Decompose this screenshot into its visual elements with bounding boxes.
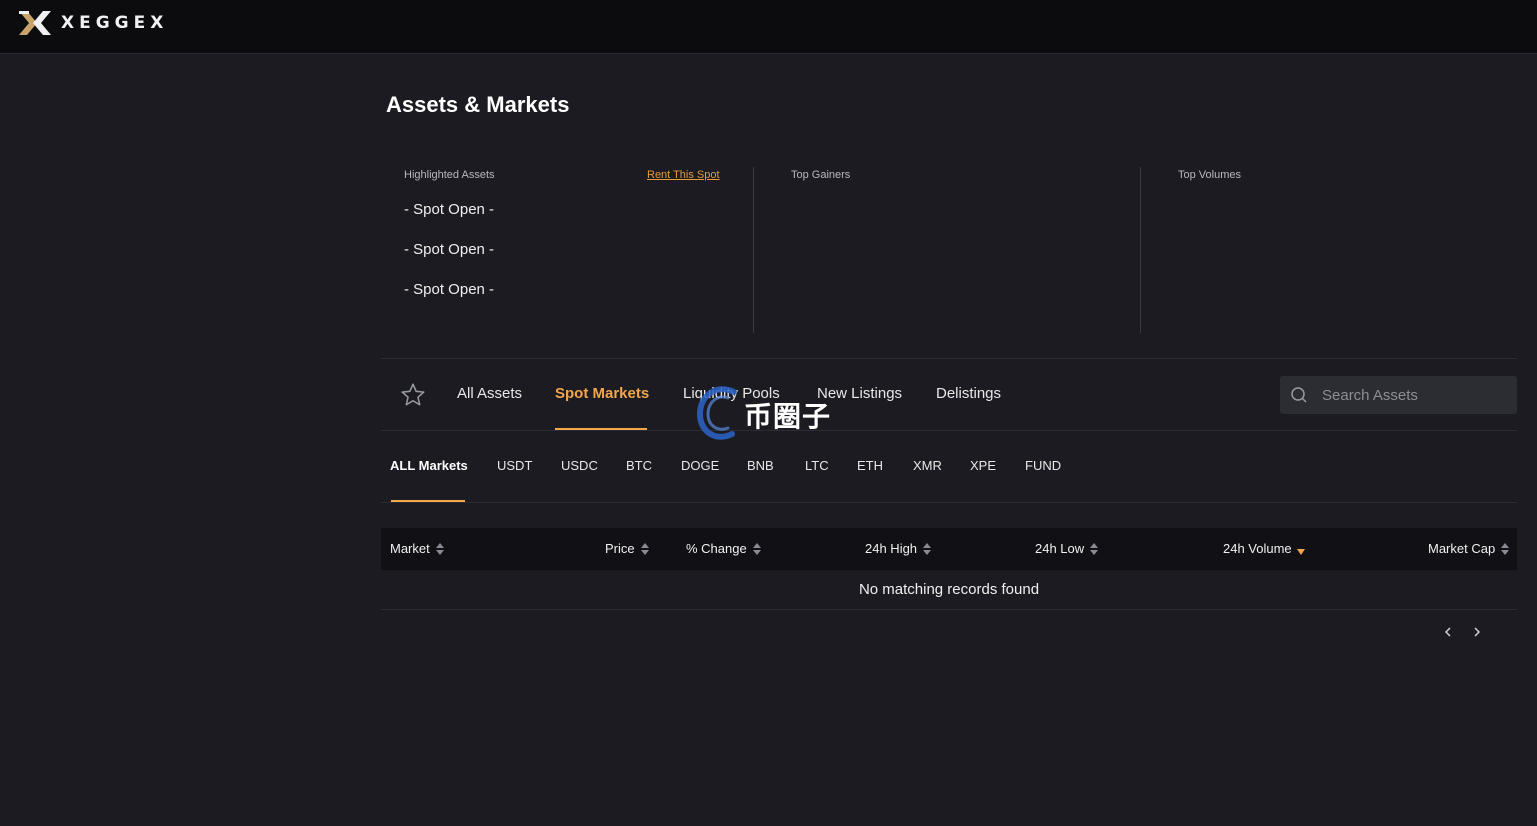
search-input[interactable]: [1322, 386, 1502, 404]
favorites-star-icon[interactable]: [400, 382, 426, 408]
market-tab-doge[interactable]: DOGE: [681, 458, 719, 473]
markets-table-header: Market Price % Change 24h High 24h Low 2…: [381, 528, 1517, 570]
tab-delistings[interactable]: Delistings: [936, 385, 1001, 402]
column-header-label: 24h Volume: [1223, 541, 1292, 556]
xeggex-logo-icon: [19, 11, 51, 35]
highlighted-assets-label: Highlighted Assets: [404, 169, 495, 181]
tab-spot-markets[interactable]: Spot Markets: [555, 385, 649, 402]
column-header-label: Market: [390, 541, 430, 556]
column-header-24h-low[interactable]: 24h Low: [1035, 541, 1099, 556]
market-tab-xpe[interactable]: XPE: [970, 458, 996, 473]
column-header-label: 24h High: [865, 541, 918, 556]
tab-all-assets[interactable]: All Assets: [457, 385, 522, 402]
next-page-button[interactable]: [1469, 624, 1485, 640]
column-header-label: % Change: [686, 541, 747, 556]
market-tab-xmr[interactable]: XMR: [913, 458, 942, 473]
market-tab-btc[interactable]: BTC: [626, 458, 652, 473]
top-gainers-label: Top Gainers: [791, 169, 851, 181]
sort-desc-icon: [1296, 548, 1305, 555]
rent-this-spot-link[interactable]: Rent This Spot: [647, 169, 720, 181]
tab-new-listings[interactable]: New Listings: [817, 385, 902, 402]
column-header-24h-high[interactable]: 24h High: [865, 541, 932, 556]
section-divider: [381, 502, 1517, 503]
column-header-price[interactable]: Price: [605, 541, 649, 556]
prev-page-button[interactable]: [1440, 624, 1456, 640]
highlighted-spot-1[interactable]: - Spot Open -: [404, 201, 494, 218]
search-box[interactable]: [1280, 376, 1517, 414]
sort-icon: [1501, 542, 1510, 555]
market-tab-eth[interactable]: ETH: [857, 458, 883, 473]
market-tab-all[interactable]: ALL Markets: [390, 458, 468, 473]
tab-liquidity-pools[interactable]: Liquidity Pools: [683, 385, 780, 402]
brand-logo[interactable]: XEGGEX: [17, 9, 168, 37]
chevron-left-icon: [1444, 627, 1451, 637]
column-header-label: Market Cap: [1428, 541, 1496, 556]
top-bar: XEGGEX: [0, 0, 1537, 54]
empty-message: No matching records found: [858, 581, 1040, 598]
section-divider: [381, 358, 1517, 359]
search-icon: [1291, 387, 1307, 403]
panel-divider: [1140, 167, 1141, 333]
market-tab-ltc[interactable]: LTC: [805, 458, 829, 473]
highlighted-spot-2[interactable]: - Spot Open -: [404, 241, 494, 258]
highlighted-spot-3[interactable]: - Spot Open -: [404, 281, 494, 298]
panel-divider: [753, 167, 754, 333]
column-header-change[interactable]: % Change: [686, 541, 761, 556]
column-header-24h-volume[interactable]: 24h Volume: [1223, 541, 1305, 556]
table-empty-row: No matching records found: [381, 570, 1517, 610]
sort-icon: [640, 542, 649, 555]
market-tab-bnb[interactable]: BNB: [747, 458, 774, 473]
page-title: Assets & Markets: [386, 92, 570, 117]
sort-icon: [435, 542, 444, 555]
column-header-label: 24h Low: [1035, 541, 1085, 556]
brand-name: XEGGEX: [61, 13, 169, 33]
market-tab-fund[interactable]: FUND: [1025, 458, 1061, 473]
column-header-label: Price: [605, 541, 635, 556]
sort-icon: [923, 542, 932, 555]
column-header-market-cap[interactable]: Market Cap: [1428, 541, 1510, 556]
section-divider: [381, 430, 1517, 431]
market-tab-usdt[interactable]: USDT: [497, 458, 532, 473]
chevron-right-icon: [1474, 627, 1481, 637]
top-volumes-label: Top Volumes: [1178, 169, 1241, 181]
sort-icon: [752, 542, 761, 555]
market-tab-usdc[interactable]: USDC: [561, 458, 598, 473]
column-header-market[interactable]: Market: [390, 541, 444, 556]
sort-icon: [1090, 542, 1099, 555]
